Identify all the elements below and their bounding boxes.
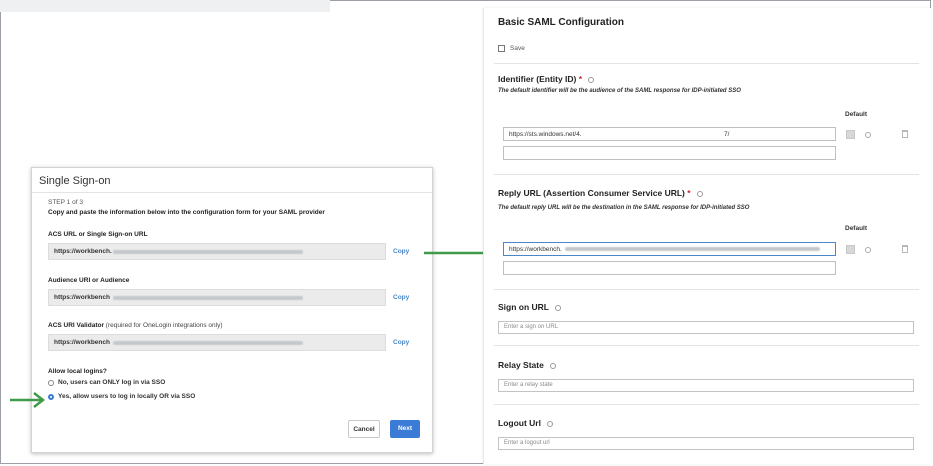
reply-url-description: The default reply URL will be the destin…	[498, 205, 750, 211]
copy-acs-url-button[interactable]: Copy	[393, 248, 409, 255]
dialog-title: Single Sign-on	[39, 175, 111, 187]
save-button[interactable]: Save	[498, 45, 525, 52]
sign-on-url-placeholder: Enter a sign on URL	[504, 324, 559, 330]
redacted-text	[113, 296, 303, 300]
save-label: Save	[510, 45, 525, 52]
radio-allow-local-login[interactable]: Yes, allow users to log in locally OR vi…	[48, 393, 195, 400]
logout-url-input[interactable]: Enter a logout url	[498, 437, 914, 450]
acs-validator-field[interactable]: https://workbench	[48, 334, 386, 351]
reply-url-input[interactable]: https://workbench.	[503, 242, 836, 256]
redacted-text	[113, 341, 303, 345]
required-marker: *	[687, 188, 691, 198]
acs-url-label: ACS URL or Single Sign-on URL	[48, 231, 148, 238]
relay-state-label: Relay State	[498, 360, 557, 370]
radio-no-local-login[interactable]: No, users can ONLY log in via SSO	[48, 379, 165, 386]
radio-icon[interactable]	[48, 379, 54, 386]
redacted-text	[564, 247, 820, 252]
audience-uri-label: Audience URI or Audience	[48, 277, 130, 284]
radio-allow-local-login-label: Yes, allow users to log in locally OR vi…	[58, 393, 196, 400]
basic-saml-configuration-panel: Basic SAML Configuration Save Identifier…	[483, 8, 931, 464]
reply-url-empty-input[interactable]	[503, 261, 836, 275]
acs-validator-note: (required for OneLogin integrations only…	[105, 322, 223, 329]
info-icon[interactable]	[555, 304, 562, 311]
divider	[494, 63, 919, 64]
redacted-text	[113, 250, 303, 254]
info-icon[interactable]	[550, 362, 557, 369]
copy-acs-validator-button[interactable]: Copy	[393, 339, 409, 346]
relay-state-label-text: Relay State	[498, 360, 544, 370]
default-column-header: Default	[845, 111, 868, 118]
copy-audience-uri-button[interactable]: Copy	[393, 294, 409, 301]
info-icon[interactable]	[547, 420, 554, 427]
relay-state-placeholder: Enter a relay state	[504, 382, 553, 388]
save-icon	[498, 45, 505, 52]
identifier-label-text: Identifier (Entity ID)	[498, 74, 577, 84]
acs-validator-label-text: ACS URI Validator	[48, 322, 104, 329]
audience-uri-field[interactable]: https://workbench	[48, 289, 386, 306]
acs-url-value: https://workbench.	[54, 248, 112, 255]
trash-icon[interactable]	[902, 245, 908, 253]
acs-url-field[interactable]: https://workbench.	[48, 243, 386, 260]
identifier-value-tail: 7/	[724, 131, 730, 138]
default-checkbox-icon[interactable]	[846, 130, 855, 139]
info-icon[interactable]	[696, 190, 703, 197]
sign-on-url-label-text: Sign on URL	[498, 302, 549, 312]
reply-url-label: Reply URL (Assertion Consumer Service UR…	[498, 188, 703, 198]
logout-url-label-text: Logout Url	[498, 418, 541, 428]
identifier-value: https://sts.windows.net/4.	[509, 131, 582, 138]
sign-on-url-label: Sign on URL	[498, 302, 562, 312]
info-icon[interactable]	[588, 76, 595, 83]
reply-url-value-text: https://workbench.	[509, 246, 562, 253]
acs-validator-value: https://workbench	[54, 339, 110, 346]
audience-uri-value: https://workbench	[54, 294, 110, 301]
default-column-header: Default	[845, 225, 868, 232]
divider	[494, 404, 919, 405]
local-logins-label: Allow local logins?	[48, 368, 107, 375]
identifier-label: Identifier (Entity ID) *	[498, 74, 595, 84]
arrow-icon	[10, 392, 46, 408]
radio-selected-icon[interactable]	[48, 393, 54, 400]
identifier-input[interactable]: https://sts.windows.net/4. 7/	[503, 127, 836, 141]
relay-state-input[interactable]: Enter a relay state	[498, 379, 914, 392]
sign-on-url-input[interactable]: Enter a sign on URL	[498, 321, 914, 334]
step-indicator: STEP 1 of 3	[48, 199, 83, 206]
required-marker: *	[578, 74, 583, 84]
logout-url-label: Logout Url	[498, 418, 554, 428]
background-shade	[0, 0, 330, 12]
next-button[interactable]: Next	[390, 420, 420, 438]
instruction-text: Copy and paste the information below int…	[48, 209, 325, 216]
trash-icon[interactable]	[902, 130, 908, 138]
info-icon[interactable]	[865, 247, 871, 253]
divider	[494, 289, 919, 290]
divider	[32, 192, 432, 193]
radio-no-local-login-label: No, users can ONLY log in via SSO	[58, 379, 166, 386]
logout-url-placeholder: Enter a logout url	[504, 440, 550, 446]
single-sign-on-dialog: Single Sign-on STEP 1 of 3 Copy and past…	[31, 167, 433, 453]
default-checkbox-icon[interactable]	[846, 245, 855, 254]
identifier-empty-input[interactable]	[503, 146, 836, 160]
cancel-button[interactable]: Cancel	[348, 420, 380, 438]
info-icon[interactable]	[865, 132, 871, 138]
acs-validator-label: ACS URI Validator (required for OneLogin…	[48, 322, 223, 329]
identifier-description: The default identifier will be the audie…	[498, 88, 741, 94]
panel-title: Basic SAML Configuration	[498, 17, 624, 28]
divider	[494, 174, 919, 175]
reply-url-label-text: Reply URL (Assertion Consumer Service UR…	[498, 188, 685, 198]
divider	[494, 345, 919, 346]
reply-url-value: https://workbench.	[509, 246, 820, 253]
